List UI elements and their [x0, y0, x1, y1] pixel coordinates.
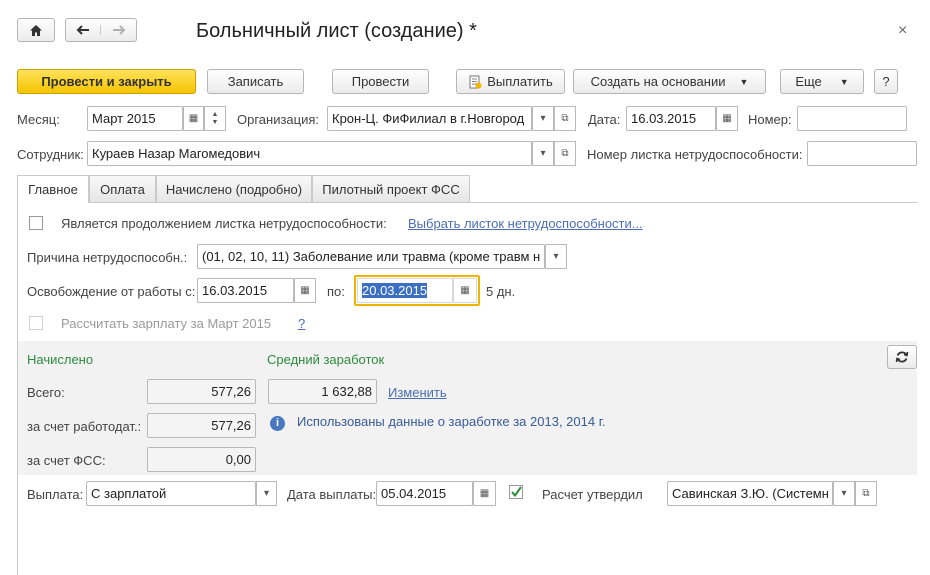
organization-open-icon[interactable]: ⧉: [554, 106, 576, 131]
payment-label: Выплата:: [27, 487, 84, 502]
change-average-link[interactable]: Изменить: [388, 385, 447, 400]
pay-button[interactable]: Выплатить: [456, 69, 565, 94]
info-text: Использованы данные о заработке за 2013,…: [297, 414, 606, 429]
tab-accrued-detail[interactable]: Начислено (подробно): [156, 175, 312, 202]
choose-sheet-link[interactable]: Выбрать листок нетрудоспособности...: [408, 216, 643, 231]
employee-dropdown-icon[interactable]: ▾: [532, 141, 554, 166]
number-label: Номер:: [748, 112, 792, 127]
more-button-label: Еще: [795, 74, 822, 89]
calc-salary-help-link[interactable]: ?: [298, 316, 305, 331]
dropdown-arrow-icon: ▼: [739, 76, 749, 87]
tab-fss-pilot[interactable]: Пилотный проект ФСС: [312, 175, 470, 202]
calendar-icon[interactable]: ▦: [473, 481, 496, 506]
number-field[interactable]: [797, 106, 907, 131]
payment-field[interactable]: С зарплатой: [86, 481, 256, 506]
calendar-icon[interactable]: ▦: [183, 106, 204, 131]
total-label: Всего:: [27, 385, 65, 400]
forward-arrow-icon[interactable]: [101, 25, 136, 35]
month-field[interactable]: Март 2015: [87, 106, 183, 131]
pay-date-label: Дата выплаты:: [287, 487, 377, 502]
accrued-heading: Начислено: [27, 352, 94, 367]
average-earnings-field: 1 632,88: [268, 379, 377, 404]
release-to-label: по:: [327, 284, 345, 299]
organization-label: Организация:: [237, 112, 320, 127]
employer-label: за счет работодат.:: [27, 419, 142, 434]
month-spinner[interactable]: ▲ ▼: [204, 106, 226, 131]
create-based-on-button[interactable]: Создать на основании ▼: [573, 69, 766, 94]
sheet-number-field[interactable]: [807, 141, 917, 166]
release-to-field[interactable]: 20.03.2015: [357, 278, 453, 303]
window-title: Больничный лист (создание) *: [196, 20, 477, 42]
nav-buttons: [65, 18, 137, 42]
days-count: 5 дн.: [486, 284, 516, 299]
document-icon: [469, 75, 482, 88]
employer-field: 577,26: [147, 413, 256, 438]
payment-dropdown-icon[interactable]: ▾: [256, 481, 277, 506]
calendar-icon[interactable]: ▦: [294, 278, 316, 303]
create-based-on-label: Создать на основании: [590, 74, 726, 89]
save-button[interactable]: Записать: [207, 69, 304, 94]
checkmark-icon: [509, 485, 523, 499]
tab-main[interactable]: Главное: [17, 175, 89, 203]
tab-payment[interactable]: Оплата: [89, 175, 156, 202]
pay-date-field[interactable]: 05.04.2015: [376, 481, 473, 506]
organization-field[interactable]: Крон-Ц. ФиФилиал в г.Новгород: [327, 106, 532, 131]
continuation-label: Является продолжением листка нетрудоспос…: [61, 216, 387, 231]
dropdown-arrow-icon: ▼: [839, 76, 849, 87]
release-to-value: 20.03.2015: [362, 283, 428, 298]
approved-checkbox[interactable]: [509, 485, 523, 500]
home-button[interactable]: [17, 18, 55, 42]
approved-by-field[interactable]: Савинская З.Ю. (Системны: [667, 481, 833, 506]
pay-button-label: Выплатить: [487, 74, 553, 89]
post-button[interactable]: Провести: [332, 69, 429, 94]
sheet-number-label: Номер листка нетрудоспособности:: [587, 147, 803, 162]
fss-field: 0,00: [147, 447, 256, 472]
more-button[interactable]: Еще ▼: [780, 69, 864, 94]
reason-label: Причина нетрудоспособн.:: [27, 250, 188, 265]
employee-label: Сотрудник:: [17, 147, 84, 162]
continuation-checkbox[interactable]: [29, 216, 43, 230]
refresh-icon: [895, 351, 909, 363]
post-and-close-button[interactable]: Провести и закрыть: [17, 69, 196, 94]
reason-dropdown-icon[interactable]: ▾: [545, 244, 567, 269]
average-heading: Средний заработок: [267, 352, 385, 367]
home-icon: [30, 24, 42, 36]
release-from-label: Освобождение от работы с:: [27, 284, 196, 299]
employee-open-icon[interactable]: ⧉: [554, 141, 576, 166]
calc-salary-checkbox[interactable]: [29, 316, 43, 330]
calendar-icon[interactable]: ▦: [453, 278, 477, 303]
close-icon[interactable]: ×: [898, 22, 907, 40]
help-button[interactable]: ?: [874, 69, 898, 94]
back-arrow-icon[interactable]: [66, 25, 101, 35]
release-from-field[interactable]: 16.03.2015: [197, 278, 294, 303]
date-field[interactable]: 16.03.2015: [626, 106, 716, 131]
month-label: Месяц:: [17, 112, 60, 127]
date-label: Дата:: [588, 112, 621, 127]
refresh-button[interactable]: [887, 345, 917, 369]
approved-open-icon[interactable]: ⧉: [855, 481, 877, 506]
employee-field[interactable]: Кураев Назар Магомедович: [87, 141, 532, 166]
total-field: 577,26: [147, 379, 256, 404]
organization-dropdown-icon[interactable]: ▾: [532, 106, 554, 131]
calendar-icon[interactable]: ▦: [716, 106, 738, 131]
reason-field[interactable]: (01, 02, 10, 11) Заболевание или травма …: [197, 244, 545, 269]
info-icon: i: [270, 416, 285, 431]
approved-dropdown-icon[interactable]: ▾: [833, 481, 855, 506]
approved-label: Расчет утвердил: [542, 487, 643, 502]
fss-label: за счет ФСС:: [27, 453, 106, 468]
calc-salary-label: Рассчитать зарплату за Март 2015: [61, 316, 272, 331]
